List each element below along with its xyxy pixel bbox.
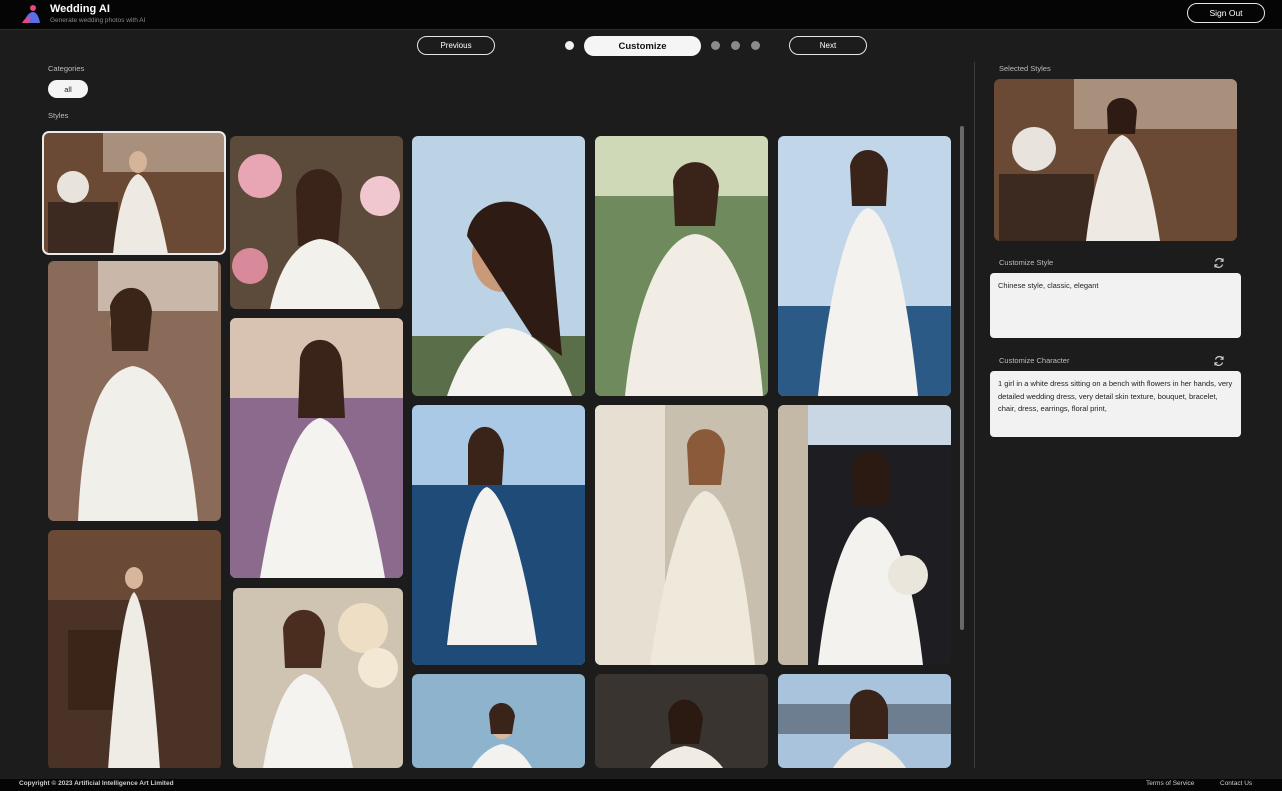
next-button[interactable]: Next — [789, 36, 867, 55]
style-thumbnail-2[interactable] — [230, 136, 403, 309]
style-thumbnail-7[interactable] — [230, 318, 403, 578]
step-dot-3 — [711, 41, 720, 50]
footer: Copyright © 2023 Artificial Intelligence… — [0, 779, 1282, 791]
step-dot-5 — [751, 41, 760, 50]
sign-out-button[interactable]: Sign Out — [1187, 3, 1265, 23]
style-thumbnail-10[interactable] — [778, 405, 951, 665]
terms-of-service-link[interactable]: Terms of Service — [1146, 780, 1194, 787]
gallery-scrollbar[interactable] — [960, 126, 964, 630]
category-chip-all[interactable]: all — [48, 80, 88, 98]
style-thumbnail-3[interactable] — [412, 136, 585, 396]
styles-label: Styles — [48, 111, 69, 120]
customize-character-textarea[interactable]: 1 girl in a white dress sitting on a ben… — [990, 371, 1241, 437]
style-thumbnail-1[interactable] — [42, 131, 226, 255]
step-dot-1 — [565, 41, 574, 50]
top-header: Wedding AI Generate wedding photos with … — [0, 0, 1282, 30]
customize-character-label: Customize Character — [999, 356, 1070, 365]
app-title: Wedding AI — [50, 3, 110, 15]
style-thumbnail-5[interactable] — [778, 136, 951, 396]
customize-style-textarea[interactable]: Chinese style, classic, elegant — [990, 273, 1241, 338]
style-thumbnail-15[interactable] — [778, 674, 951, 768]
refresh-character-icon[interactable] — [1213, 355, 1225, 367]
refresh-style-icon[interactable] — [1213, 257, 1225, 269]
wedding-ai-logo-icon[interactable] — [20, 3, 42, 25]
app-subtitle: Generate wedding photos with AI — [50, 17, 146, 24]
current-step-customize: Customize — [584, 36, 701, 56]
panel-divider — [974, 62, 975, 768]
style-thumbnail-9[interactable] — [595, 405, 768, 665]
previous-button[interactable]: Previous — [417, 36, 495, 55]
copyright-text: Copyright © 2023 Artificial Intelligence… — [19, 780, 174, 787]
selected-styles-label: Selected Styles — [999, 64, 1051, 73]
selected-style-preview — [994, 79, 1237, 241]
style-thumbnail-6[interactable] — [48, 261, 221, 521]
style-thumbnail-13[interactable] — [412, 674, 585, 768]
categories-label: Categories — [48, 64, 85, 73]
style-thumbnail-8[interactable] — [412, 405, 585, 665]
style-thumbnail-4[interactable] — [595, 136, 768, 396]
style-thumbnail-14[interactable] — [595, 674, 768, 768]
contact-us-link[interactable]: Contact Us — [1220, 780, 1252, 787]
style-thumbnail-12[interactable] — [233, 588, 403, 768]
step-dot-4 — [731, 41, 740, 50]
customize-style-label: Customize Style — [999, 258, 1054, 267]
style-thumbnail-11[interactable] — [48, 530, 221, 768]
styles-gallery — [42, 128, 957, 768]
